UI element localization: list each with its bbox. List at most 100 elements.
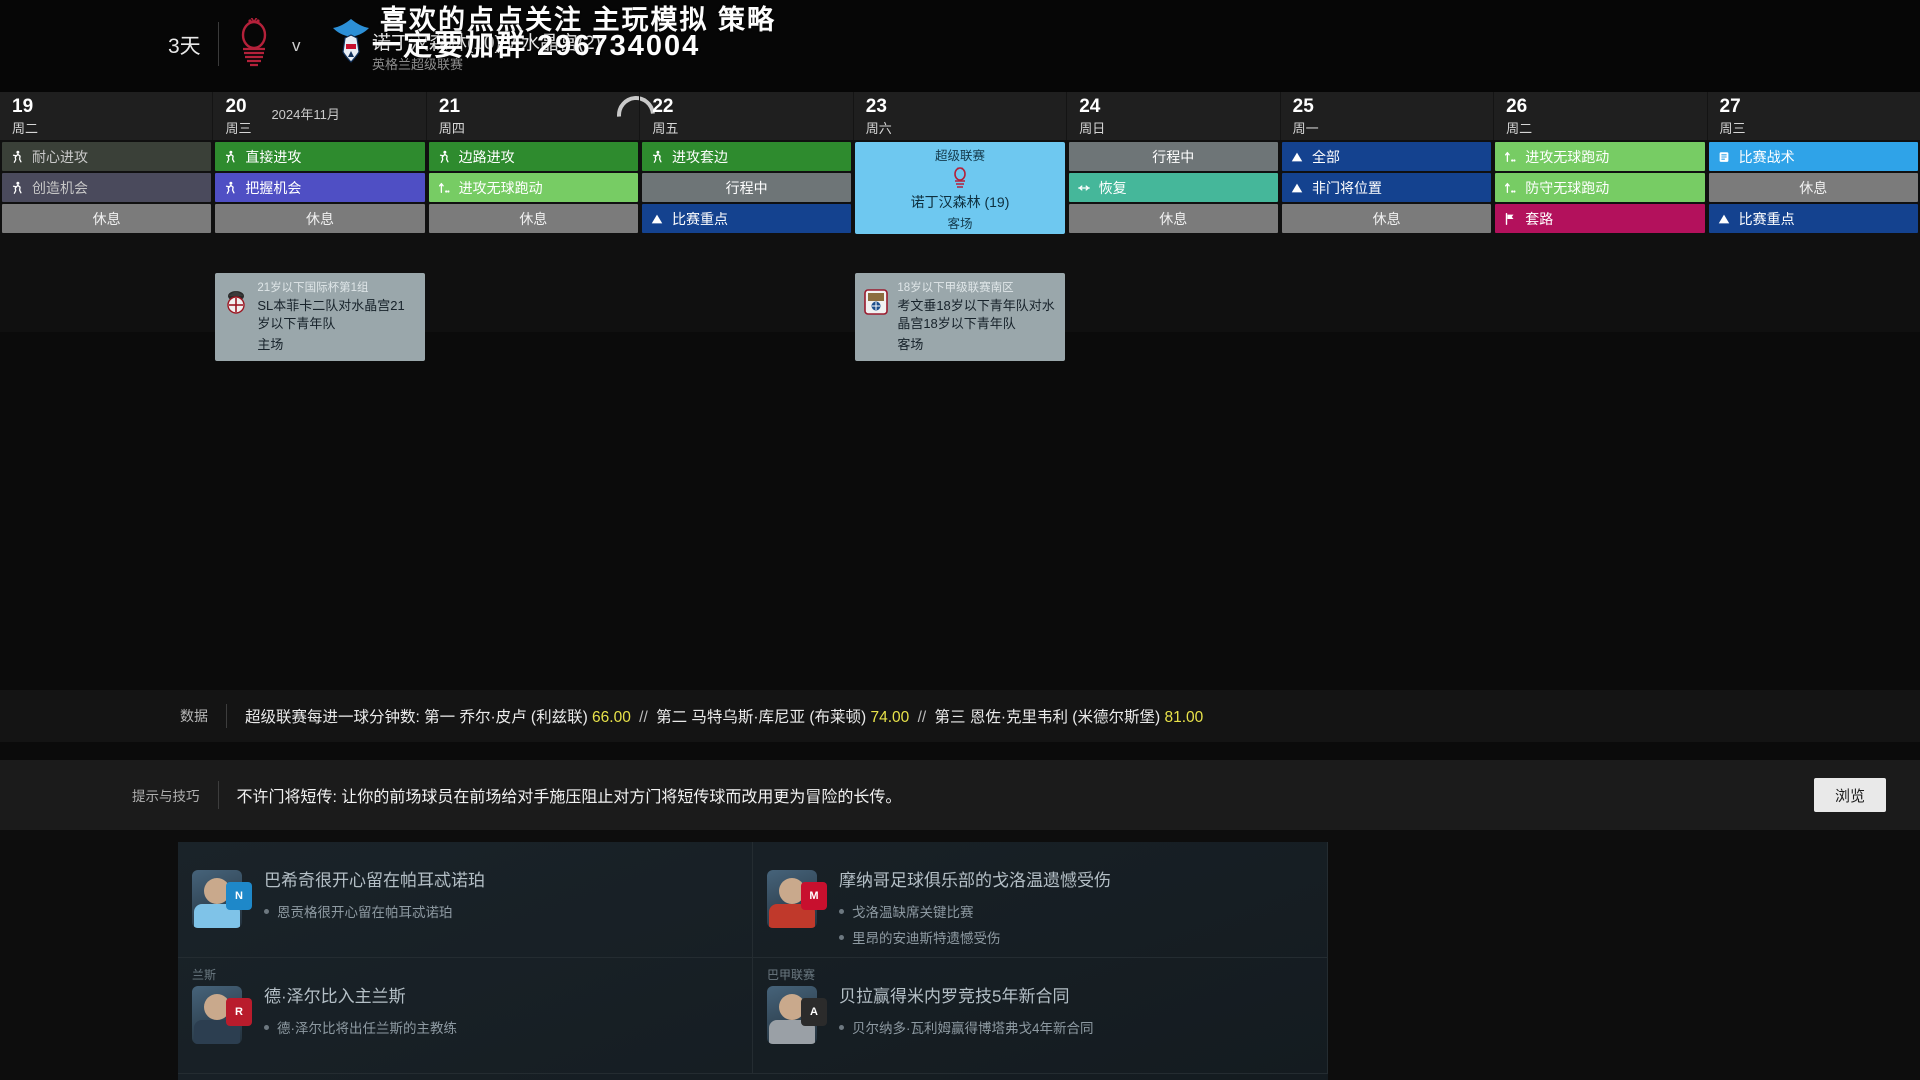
browse-button[interactable]: 浏览 — [1814, 778, 1886, 812]
calendar-body-row: 耐心进攻 创造机会 休息 直接进攻 把握机会 休息 21岁以下国际杯第1组 SL… — [0, 140, 1920, 362]
youth-fixture-box[interactable]: 21岁以下国际杯第1组 SL本菲卡二队对水晶宫21岁以下青年队 主场 — [215, 273, 425, 362]
stats-ticker-label: 数据 — [180, 708, 208, 724]
tips-bar: 提示与技巧 不许门将短传: 让你的前场球员在前场给对手施压阻止对方门将短传球而改… — [0, 760, 1920, 830]
calendar-day-header-20: 20 周三 2024年11月 — [213, 88, 664, 142]
news-card-3[interactable]: 兰斯 R 德·泽尔比入主兰斯 德·泽尔比将出任兰斯的主教练 — [178, 958, 753, 1074]
stats-ticker-divider — [226, 704, 227, 728]
calendar-day-header-21: 21 周四 — [427, 92, 641, 140]
tips-label: 提示与技巧 — [132, 789, 200, 804]
training-slot-24-3[interactable]: 休息 — [1068, 204, 1278, 233]
crystal-palace-crest — [333, 19, 369, 63]
versus-label: v — [292, 36, 301, 55]
training-slot-25-2[interactable]: 非门将位置 — [1281, 173, 1492, 202]
news-bullet[interactable]: 德·泽尔比将出任兰斯的主教练 — [264, 1017, 738, 1037]
training-slot-25-3[interactable]: 休息 — [1281, 204, 1492, 233]
training-slot-27-1[interactable]: 比赛战术 — [1708, 142, 1918, 171]
training-slot-26-2[interactable]: 防守无球跑动 — [1495, 173, 1705, 202]
training-slot-24-1[interactable]: 行程中 — [1068, 142, 1278, 171]
tips-text: 不许门将短传: 让你的前场球员在前场给对手施压阻止对方门将短传球而改用更为冒险的… — [236, 789, 902, 806]
news-competition: 兰斯 — [192, 968, 217, 982]
training-slot-24-2[interactable]: 恢复 — [1068, 173, 1278, 202]
calendar-day-column-20: 直接进攻 把握机会 休息 21岁以下国际杯第1组 SL本菲卡二队对水晶宫21岁以… — [213, 140, 426, 362]
runner-icon — [8, 148, 26, 166]
calendar-day-name: 周二 — [1506, 121, 1533, 136]
calendar-day-column-24: 行程中 恢复 休息 — [1067, 140, 1280, 332]
calendar-day-column-23: 超级联赛 诺丁汉森林 (19) 客场 18岁以下甲级联赛南区 考文垂18岁以下青… — [853, 140, 1066, 362]
news-headline[interactable]: 德·泽尔比入主兰斯 — [264, 982, 738, 1007]
training-slot-25-1[interactable]: 全部 — [1281, 142, 1492, 171]
training-slot-19-2[interactable]: 创造机会 — [2, 173, 212, 202]
news-bullet[interactable]: 恩贡格很开心留在帕耳忒诺珀 — [264, 901, 738, 921]
training-slot-21-1[interactable]: 边路进攻 — [428, 142, 638, 171]
training-slot-20-3[interactable]: 休息 — [215, 204, 425, 233]
calendar-day-number: 19 — [12, 96, 34, 117]
news-headline[interactable]: 巴希奇很开心留在帕耳忒诺珀 — [264, 866, 738, 891]
calendar-day-number: 25 — [1292, 96, 1314, 117]
ticker-separator: // — [634, 709, 653, 726]
training-slot-22-1[interactable]: 进攻套边 — [641, 142, 852, 171]
calendar-day-header-24: 24 周日 — [1067, 92, 1281, 140]
news-card-1[interactable]: N 巴希奇很开心留在帕耳忒诺珀 恩贡格很开心留在帕耳忒诺珀 — [178, 842, 753, 958]
match-fixture-cell[interactable]: 超级联赛 诺丁汉森林 (19) 客场 — [855, 142, 1065, 234]
ticker-headline: 超级联赛每进一球分钟数: — [245, 709, 425, 726]
training-slot-22-2[interactable]: 行程中 — [641, 173, 852, 202]
training-slot-26-3[interactable]: 套路 — [1495, 204, 1705, 233]
club-badge-icon: M — [801, 882, 827, 910]
tips-divider — [217, 781, 219, 809]
news-thumbnail-wrap: A — [767, 986, 827, 1063]
calendar-day-number: 20 — [225, 96, 247, 117]
runner-icon — [648, 148, 666, 166]
training-slot-label: 边路进攻 — [458, 148, 515, 165]
training-slot-26-1[interactable]: 进攻无球跑动 — [1495, 142, 1705, 171]
club-badge-icon: R — [226, 998, 252, 1026]
ticker-player: 恩佐·克里韦利 (米德尔斯堡) — [969, 709, 1165, 726]
training-slot-20-2[interactable]: 把握机会 — [215, 173, 425, 202]
training-slot-21-3[interactable]: 休息 — [428, 204, 638, 233]
watermark-line-2: 一定要加群 296734004 — [372, 30, 701, 62]
training-slot-27-3[interactable]: 比赛重点 — [1708, 204, 1918, 233]
news-card-2[interactable]: M 摩纳哥足球俱乐部的戈洛温遗憾受伤 戈洛温缺席关键比赛 里昂的安迪斯特遗憾受伤 — [753, 842, 1328, 958]
news-thumbnail-wrap: M — [767, 870, 827, 947]
news-thumbnail-wrap: R — [192, 986, 252, 1063]
arrows-icon — [435, 179, 453, 197]
calendar-day-name: 周二 — [12, 121, 39, 136]
stats-ticker-bar: 数据 超级联赛每进一球分钟数: 第一 乔尔·皮卢 (利兹联) 66.00 // … — [0, 690, 1920, 742]
training-slot-label: 休息 — [519, 210, 548, 227]
triangle-icon — [1288, 179, 1306, 197]
news-area: N 巴希奇很开心留在帕耳忒诺珀 恩贡格很开心留在帕耳忒诺珀 M 摩纳哥足球俱乐部… — [0, 830, 1920, 1080]
calendar-day-name: 周三 — [1719, 121, 1746, 136]
training-slot-27-2[interactable]: 休息 — [1708, 173, 1918, 202]
training-slot-20-1[interactable]: 直接进攻 — [215, 142, 425, 171]
ticker-value: 81.00 — [1164, 709, 1204, 726]
calendar-day-header-27: 27 周三 — [1708, 92, 1920, 140]
runner-icon — [8, 179, 26, 197]
training-slot-21-2[interactable]: 进攻无球跑动 — [428, 173, 638, 202]
training-slot-19-1[interactable]: 耐心进攻 — [2, 142, 212, 171]
news-headline[interactable]: 摩纳哥足球俱乐部的戈洛温遗憾受伤 — [839, 866, 1313, 891]
runner-icon — [221, 179, 239, 197]
training-slot-label: 比赛重点 — [671, 210, 728, 227]
news-bullet[interactable]: 贝尔纳多·瓦利姆赢得博塔弗戈4年新合同 — [839, 1017, 1313, 1037]
training-calendar: 19 周二 20 周三 2024年11月 21 周四 22 周五 23 周六 24 周日 25 周一 26 周二… — [0, 88, 1920, 362]
news-bullet[interactable]: 戈洛温缺席关键比赛 — [839, 901, 1313, 921]
training-slot-19-3[interactable]: 休息 — [2, 204, 212, 233]
ticker-rank: 第二 — [656, 709, 692, 726]
youth-fixture-venue: 主场 — [257, 337, 284, 353]
training-slot-label: 休息 — [1799, 179, 1828, 196]
training-slot-label: 创造机会 — [32, 179, 88, 196]
training-slot-label: 耐心进攻 — [32, 148, 88, 165]
calendar-day-name: 周日 — [1079, 121, 1106, 136]
match-venue: 客场 — [947, 216, 973, 231]
calendar-day-name: 周四 — [438, 121, 465, 136]
calendar-day-header-25: 25 周一 — [1281, 92, 1495, 140]
training-slot-label: 行程中 — [1152, 148, 1195, 165]
calendar-day-number: 24 — [1079, 96, 1101, 117]
youth-fixture-box[interactable]: 18岁以下甲级联赛南区 考文垂18岁以下青年队对水晶宫18岁以下青年队 客场 — [855, 273, 1065, 362]
training-slot-22-3[interactable]: 比赛重点 — [641, 204, 852, 233]
calendar-day-number: 26 — [1506, 96, 1528, 117]
news-card-4[interactable]: 巴甲联赛 A 贝拉赢得米内罗竞技5年新合同 贝尔纳多·瓦利姆赢得博塔弗戈4年新合… — [753, 958, 1328, 1074]
ticker-rank: 第三 — [934, 709, 970, 726]
news-headline[interactable]: 贝拉赢得米内罗竞技5年新合同 — [839, 982, 1313, 1007]
news-bullet[interactable]: 里昂的安迪斯特遗憾受伤 — [839, 927, 1313, 947]
training-slot-label: 进攻无球跑动 — [1525, 148, 1610, 165]
